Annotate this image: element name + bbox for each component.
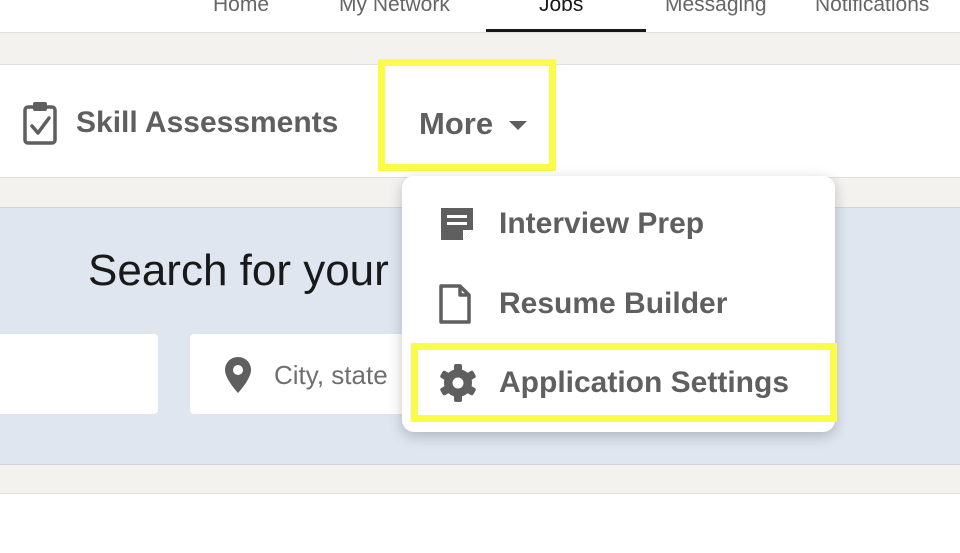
nav-jobs[interactable]: Jobs bbox=[539, 0, 583, 17]
document-icon bbox=[439, 284, 471, 324]
nav-messaging[interactable]: Messaging bbox=[665, 0, 767, 17]
location-pin-icon bbox=[225, 357, 251, 393]
menu-item-interview-prep[interactable]: Interview Prep bbox=[402, 184, 835, 264]
caret-down-icon bbox=[509, 121, 528, 130]
menu-item-label: Application Settings bbox=[499, 365, 790, 399]
top-navigation: Home My Network Jobs Messaging Notificat… bbox=[0, 0, 960, 33]
hero-title: Search for your n bbox=[88, 246, 426, 295]
menu-item-resume-builder[interactable]: Resume Builder bbox=[402, 264, 835, 344]
more-label: More bbox=[419, 106, 494, 141]
content-area bbox=[0, 493, 960, 553]
gear-icon bbox=[440, 363, 476, 402]
menu-item-label: Resume Builder bbox=[499, 287, 728, 320]
more-button[interactable]: More bbox=[378, 59, 556, 171]
keyword-search-input[interactable] bbox=[0, 334, 158, 414]
location-placeholder: City, state bbox=[274, 360, 388, 390]
nav-home[interactable]: Home bbox=[213, 0, 269, 17]
interview-prep-icon bbox=[441, 208, 473, 240]
active-tab-indicator bbox=[486, 29, 646, 32]
jobs-subnav: Skill Assessments More bbox=[0, 59, 960, 178]
nav-my-network[interactable]: My Network bbox=[339, 0, 450, 17]
skill-assessments-label: Skill Assessments bbox=[76, 106, 339, 139]
menu-item-application-settings[interactable]: Application Settings bbox=[411, 343, 837, 422]
clipboard-check-icon bbox=[23, 102, 57, 145]
skill-assessments-link[interactable]: Skill Assessments bbox=[22, 101, 338, 145]
menu-item-label: Interview Prep bbox=[499, 207, 705, 240]
nav-notifications[interactable]: Notifications bbox=[815, 0, 929, 17]
more-dropdown-menu: Interview Prep Resume Builder Applicatio… bbox=[402, 176, 837, 432]
